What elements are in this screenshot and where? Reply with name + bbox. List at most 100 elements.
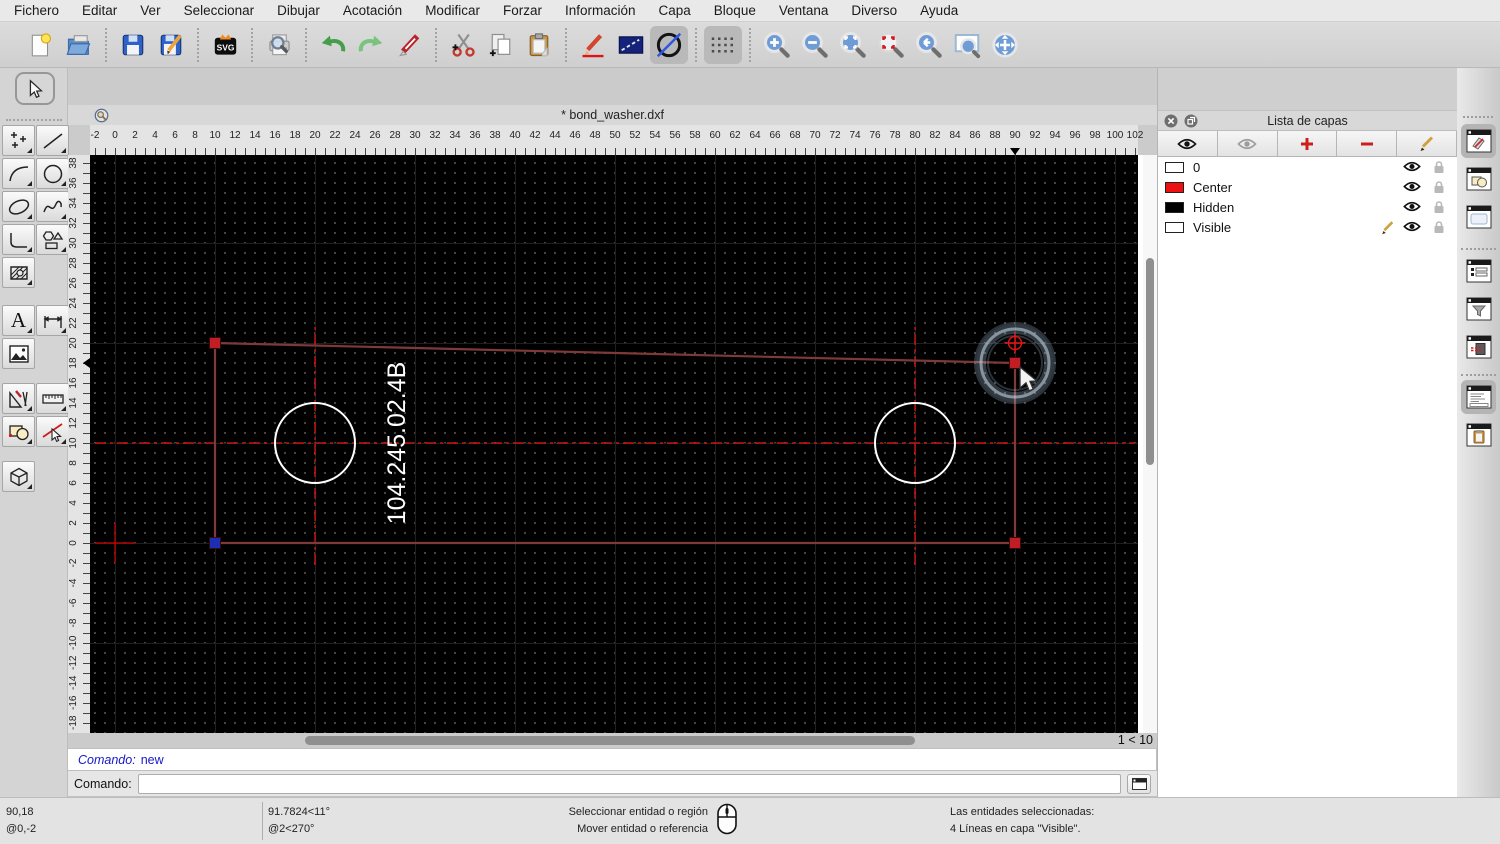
tool-select-entity[interactable]	[36, 416, 69, 447]
part-number-text: 104.245.02.4B	[383, 362, 411, 525]
horizontal-scrollbar-thumb[interactable]	[305, 736, 915, 745]
coordinate-display: 90,18 @0,-2	[6, 804, 36, 838]
paste-button[interactable]	[520, 26, 558, 64]
save-as-button[interactable]	[152, 26, 190, 64]
layer-lock-icon[interactable]	[1433, 200, 1445, 214]
dock-library-browser-button[interactable]	[1461, 200, 1496, 234]
dock-command-widget-button[interactable]	[1461, 380, 1496, 414]
close-panel-icon[interactable]	[1164, 114, 1178, 128]
zoom-redraw-button[interactable]	[872, 26, 910, 64]
edit-layer-button[interactable]	[1397, 131, 1457, 157]
layer-color-swatch[interactable]	[1165, 182, 1184, 193]
menu-editar[interactable]: Editar	[82, 3, 117, 18]
layer-row-center[interactable]: Center	[1158, 177, 1457, 197]
menu-informacion[interactable]: Información	[565, 3, 636, 18]
layer-color-swatch[interactable]	[1165, 202, 1184, 213]
layer-color-swatch[interactable]	[1165, 162, 1184, 173]
layer-row-0[interactable]: 0	[1158, 157, 1457, 177]
menu-ayuda[interactable]: Ayuda	[920, 3, 958, 18]
redo-button[interactable]	[352, 26, 390, 64]
layer-lock-icon[interactable]	[1433, 180, 1445, 194]
print-preview-button[interactable]	[260, 26, 298, 64]
remove-layer-button[interactable]	[1337, 131, 1397, 157]
tool-solid[interactable]	[2, 461, 35, 492]
zoom-pan-button[interactable]	[986, 26, 1024, 64]
tool-modify[interactable]	[2, 383, 35, 414]
cad-canvas[interactable]: 104.245.02.4B	[90, 155, 1138, 733]
dock-notes-button[interactable]	[1461, 418, 1496, 452]
open-file-button[interactable]	[60, 26, 98, 64]
new-file-button[interactable]	[22, 26, 60, 64]
zoom-previous-button[interactable]	[910, 26, 948, 64]
undo-icon	[318, 30, 348, 60]
show-all-layers-button[interactable]	[1158, 131, 1218, 157]
layer-visibility-icon[interactable]	[1403, 160, 1421, 173]
menu-ver[interactable]: Ver	[140, 3, 160, 18]
tool-image[interactable]	[2, 338, 35, 369]
add-layer-button[interactable]	[1278, 131, 1338, 157]
tool-measure[interactable]	[36, 383, 69, 414]
statusbar: 90,18 @0,-2 91.7824<11° @2<270° Seleccio…	[0, 797, 1500, 844]
menu-diverso[interactable]: Diverso	[851, 3, 897, 18]
zoom-auto-button[interactable]	[834, 26, 872, 64]
tool-circle[interactable]	[36, 158, 69, 189]
dock-block-list-button[interactable]	[1461, 162, 1496, 196]
tool-ellipse[interactable]	[2, 191, 35, 222]
dock-filter-button[interactable]	[1461, 292, 1496, 326]
layer-lock-icon[interactable]	[1433, 160, 1445, 174]
layer-visibility-icon[interactable]	[1403, 220, 1421, 233]
menu-bloque[interactable]: Bloque	[714, 3, 756, 18]
zoom-window-button[interactable]	[948, 26, 986, 64]
menu-acotacion[interactable]: Acotación	[343, 3, 402, 18]
cut-button[interactable]	[444, 26, 482, 64]
pen-attributes-button[interactable]	[574, 26, 612, 64]
tool-select[interactable]	[15, 72, 55, 105]
menu-seleccionar[interactable]: Seleccionar	[184, 3, 255, 18]
vertical-scrollbar[interactable]	[1143, 155, 1157, 733]
tool-text[interactable]: A	[2, 305, 35, 336]
zoom-in-button[interactable]	[758, 26, 796, 64]
menu-ventana[interactable]: Ventana	[779, 3, 829, 18]
tool-line[interactable]	[36, 125, 69, 156]
menu-capa[interactable]: Capa	[659, 3, 691, 18]
layer-visibility-icon[interactable]	[1403, 200, 1421, 213]
undo-button[interactable]	[314, 26, 352, 64]
tool-arc[interactable]	[2, 158, 35, 189]
tool-spline[interactable]	[36, 191, 69, 222]
save-button[interactable]	[114, 26, 152, 64]
dock-pen-palette-button[interactable]	[1461, 330, 1496, 364]
float-panel-icon[interactable]	[1184, 114, 1198, 128]
tool-polygon[interactable]	[36, 224, 69, 255]
menu-forzar[interactable]: Forzar	[503, 3, 542, 18]
document-titlebar[interactable]: * bond_washer.dxf	[68, 105, 1157, 125]
command-options-button[interactable]	[1127, 774, 1151, 794]
delete-selected-button[interactable]	[390, 26, 428, 64]
tool-hatch[interactable]	[2, 257, 35, 288]
layer-visibility-icon[interactable]	[1403, 180, 1421, 193]
export-svg-button[interactable]: SVG	[206, 26, 244, 64]
lineweight-display-button[interactable]	[612, 26, 650, 64]
layer-lock-icon[interactable]	[1433, 220, 1445, 234]
draft-mode-button[interactable]	[650, 26, 688, 64]
grid-toggle-button[interactable]	[704, 26, 742, 64]
zoom-out-button[interactable]	[796, 26, 834, 64]
layer-row-hidden[interactable]: Hidden	[1158, 197, 1457, 217]
menu-modificar[interactable]: Modificar	[425, 3, 480, 18]
horizontal-scrollbar[interactable]	[73, 735, 1113, 746]
tool-points[interactable]	[2, 125, 35, 156]
vertical-scrollbar-thumb[interactable]	[1146, 258, 1154, 465]
copy-button[interactable]	[482, 26, 520, 64]
layer-color-swatch[interactable]	[1165, 222, 1184, 233]
layer-row-visible[interactable]: Visible	[1158, 217, 1457, 237]
dock-entity-list-button[interactable]	[1461, 254, 1496, 288]
tool-polyline[interactable]	[2, 224, 35, 255]
menu-fichero[interactable]: Fichero	[14, 3, 59, 18]
hide-all-layers-button[interactable]	[1218, 131, 1278, 157]
command-input[interactable]	[138, 774, 1121, 794]
palette-handle[interactable]	[6, 119, 62, 121]
tool-block[interactable]	[2, 416, 35, 447]
menu-dibujar[interactable]: Dibujar	[277, 3, 320, 18]
dock-handle[interactable]	[1463, 116, 1493, 118]
dock-layer-list-button[interactable]	[1461, 124, 1496, 158]
tool-dimension[interactable]	[36, 305, 69, 336]
